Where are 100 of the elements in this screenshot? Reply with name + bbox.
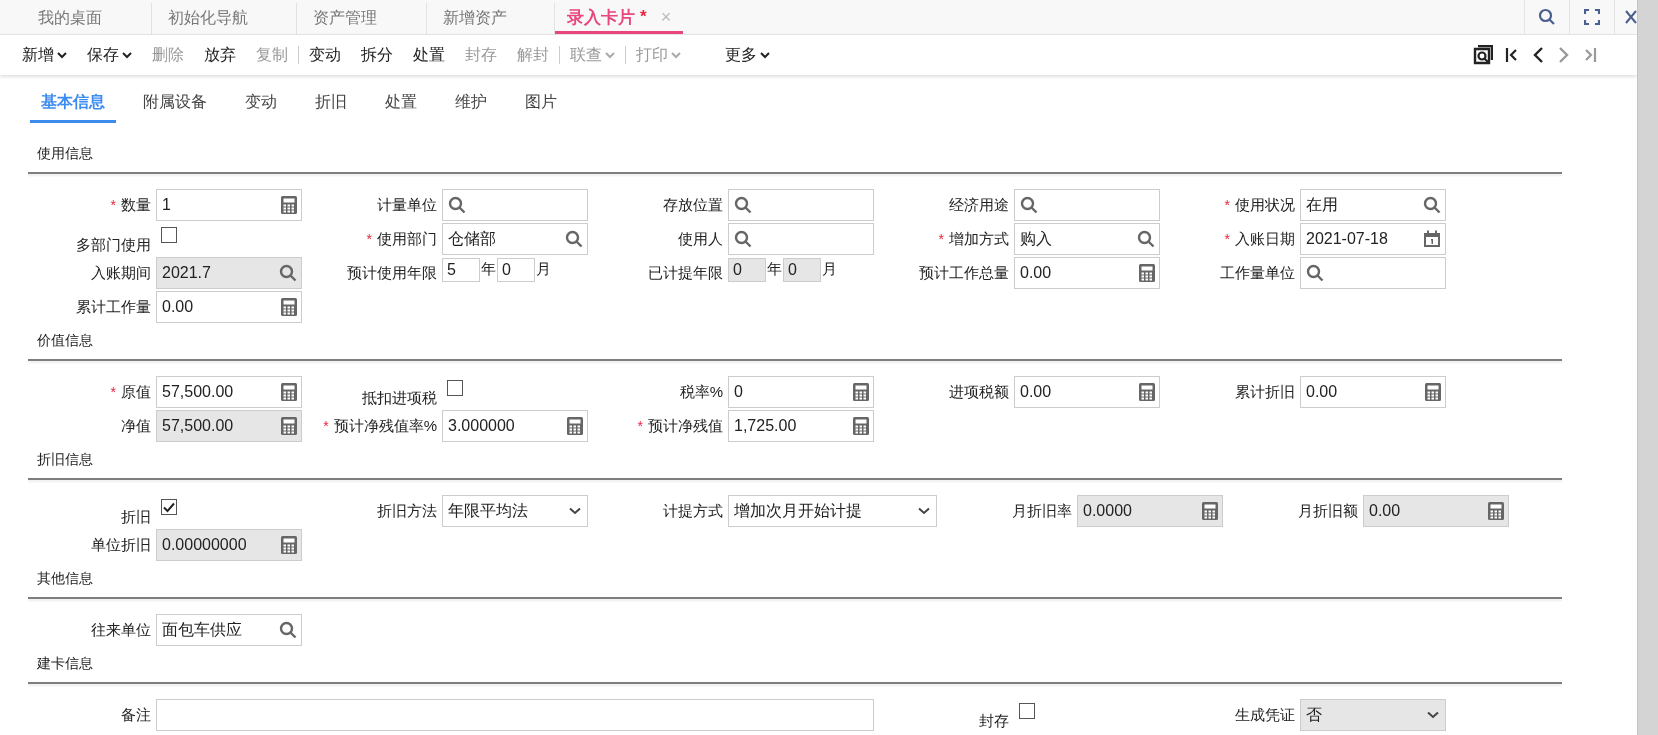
tab-label[interactable]: 资产管理 [313, 8, 377, 29]
section-title: 其他信息 [36, 569, 94, 588]
checkbox[interactable] [447, 380, 463, 396]
field-label: 计提方式 [663, 501, 723, 521]
first-page-icon[interactable] [1505, 45, 1519, 65]
lookup-field[interactable]: 面包车供应 [156, 614, 302, 646]
field-label: 存放位置 [663, 195, 723, 215]
tab-label[interactable]: 我的桌面 [38, 8, 102, 29]
unit-label: 年 [480, 260, 497, 279]
search-icon [734, 230, 752, 248]
search-icon [1020, 196, 1038, 214]
calculator-icon [1139, 383, 1155, 401]
lookup-field[interactable] [1014, 189, 1160, 221]
field-label: 使用状况 [1235, 195, 1295, 215]
number-field[interactable]: 1 [156, 189, 302, 221]
lookup-field[interactable] [728, 223, 874, 255]
chevron-down-icon [1427, 711, 1439, 719]
calculator-icon [1488, 502, 1504, 520]
field-label: 经济用途 [949, 195, 1009, 215]
calendar-icon [1423, 230, 1441, 248]
field-label: 预计工作总量 [919, 263, 1009, 283]
field-label: 月折旧率 [1012, 501, 1072, 521]
toolbar-button[interactable]: 保存 [77, 40, 142, 70]
calculator-icon [1202, 502, 1218, 520]
number-field[interactable]: 3.000000 [442, 410, 588, 442]
tab[interactable]: 我的桌面 [22, 3, 152, 34]
field-label: 入账期间 [91, 263, 151, 283]
tab[interactable]: 图片 [514, 92, 568, 123]
required-marker: * [323, 418, 329, 434]
section-title: 折旧信息 [36, 450, 94, 469]
toolbar-button[interactable]: 新增 [12, 40, 77, 70]
close-icon [1625, 10, 1637, 24]
search-icon [1137, 230, 1155, 248]
previous-icon[interactable] [1531, 45, 1545, 65]
field-label: 月折旧额 [1298, 501, 1358, 521]
field-label: 累计折旧 [1235, 382, 1295, 402]
number-field[interactable]: 1,725.00 [728, 410, 874, 442]
search-icon [1306, 264, 1324, 282]
tab-label[interactable]: 录入卡片 [567, 5, 635, 29]
field-label: 预计使用年限 [347, 263, 437, 283]
tab[interactable]: 变动 [234, 92, 288, 123]
checkmark-icon [163, 501, 175, 513]
tab[interactable]: 附属设备 [132, 92, 218, 123]
toolbar-button[interactable]: 更多 [715, 40, 780, 70]
calculator-icon [281, 417, 297, 435]
tab-label[interactable]: 初始化导航 [168, 8, 248, 29]
tab[interactable]: 维护 [444, 92, 498, 123]
section-title: 使用信息 [36, 144, 94, 163]
lookup-field[interactable] [442, 189, 588, 221]
tab[interactable]: 初始化导航 [152, 3, 297, 34]
required-marker: * [637, 418, 643, 434]
field-label: 生成凭证 [1235, 705, 1295, 725]
dropdown[interactable]: 年限平均法 [442, 495, 588, 527]
tab[interactable]: 新增资产 [427, 3, 555, 34]
number-field[interactable]: 0.00 [156, 291, 302, 323]
tab[interactable]: 录入卡片 * × [555, 3, 684, 34]
dropdown[interactable]: 增加次月开始计提 [728, 495, 937, 527]
toolbar-button[interactable]: 处置 [403, 40, 455, 70]
calculator-icon [281, 196, 297, 214]
lookup-field[interactable] [728, 189, 874, 221]
field-label: 折旧 [121, 508, 151, 527]
number-field[interactable]: 0.00 [1014, 376, 1160, 408]
checkbox[interactable] [161, 499, 177, 515]
number-field[interactable]: 0 [728, 376, 874, 408]
preview-icon[interactable] [1473, 45, 1493, 65]
date-field[interactable]: 2021-07-18 [1300, 223, 1446, 255]
tab[interactable]: 资产管理 [297, 3, 427, 34]
search-icon [448, 196, 466, 214]
required-marker: * [1224, 231, 1230, 247]
lookup-field[interactable]: 仓储部 [442, 223, 588, 255]
chevron-down-icon [569, 507, 581, 515]
calculator-icon [853, 417, 869, 435]
number-field[interactable]: 0.00 [1300, 376, 1446, 408]
month-field[interactable]: 0 [497, 258, 535, 282]
field-label: 使用人 [678, 229, 723, 249]
text-field[interactable] [156, 699, 874, 731]
field-label: 工作量单位 [1220, 263, 1295, 283]
lookup-field[interactable]: 在用 [1300, 189, 1446, 221]
chevron-down-icon [918, 507, 930, 515]
year-field[interactable]: 5 [442, 258, 480, 282]
field-label: 抵扣进项税 [362, 389, 437, 408]
toolbar-button[interactable]: 放弃 [194, 40, 246, 70]
checkbox[interactable] [1019, 703, 1035, 719]
number-field[interactable]: 0.00 [1014, 257, 1160, 289]
field-label: 原值 [121, 382, 151, 402]
field-label: 折旧方法 [377, 501, 437, 521]
field-label: 累计工作量 [76, 297, 151, 317]
field-label: 预计净残值 [648, 416, 723, 436]
number-field[interactable]: 57,500.00 [156, 376, 302, 408]
toolbar-button[interactable]: 变动 [299, 40, 351, 70]
tab[interactable]: 处置 [374, 92, 428, 123]
scrollbar[interactable] [1637, 0, 1658, 735]
required-marker: * [110, 197, 116, 213]
lookup-field[interactable] [1300, 257, 1446, 289]
tab[interactable]: 折旧 [304, 92, 358, 123]
tab-label[interactable]: 新增资产 [443, 8, 507, 29]
lookup-field[interactable]: 购入 [1014, 223, 1160, 255]
checkbox[interactable] [161, 227, 177, 243]
toolbar-button[interactable]: 拆分 [351, 40, 403, 70]
field-label: 计量单位 [377, 195, 437, 215]
